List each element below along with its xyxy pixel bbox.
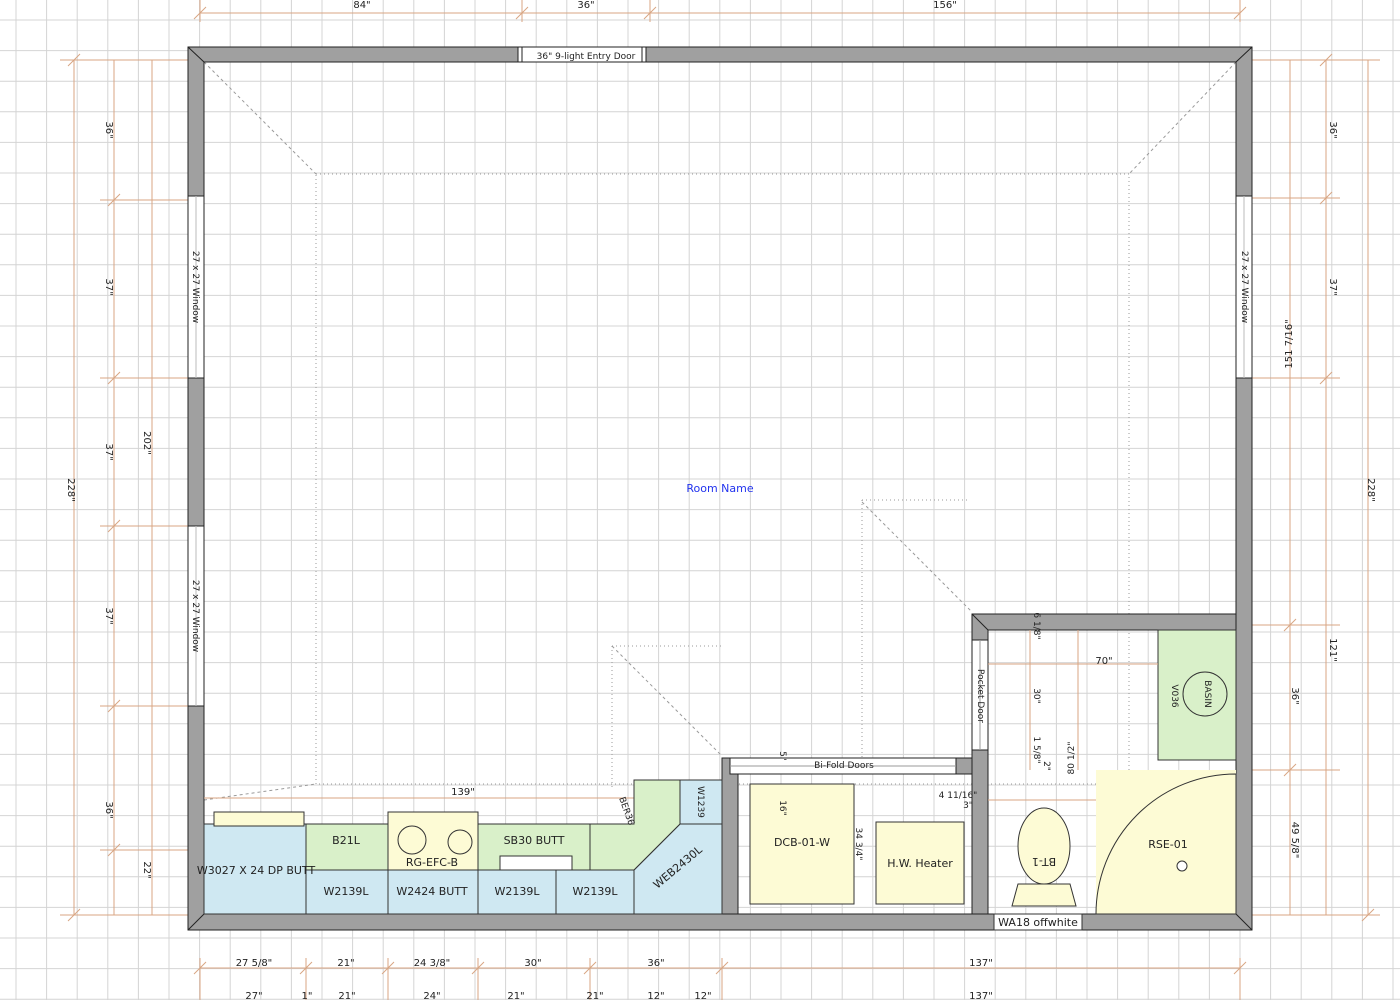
cabinet-w2139l-2-label: W2139L [495,885,541,898]
left-upper-window-label: 27 x 27 Window [190,251,200,323]
dim-34-label: 34 3/4" [853,828,863,861]
bottom2-dim-2: 1" [302,991,313,1000]
dim-61-label: 6 1/8" [1031,612,1041,639]
left-lower-window-label: 27 x 27 Window [190,580,200,652]
right-window-label: 27 x 27 Window [1239,251,1249,323]
cabinet-ber36-label: BER36 [616,796,636,827]
entry-door-label: 36" 9-light Entry Door [537,52,636,62]
bottom2-dim-9: 137" [969,991,993,1000]
left-dimension-lines [60,53,190,922]
right-dim-inner-total: 151 7/16" [1284,319,1295,368]
right-dim-5: 49 5/8" [1289,822,1300,859]
bifold-doors[interactable]: Bi-Fold Doors [729,757,957,775]
cabinet-w1239-label: W1239 [695,786,705,818]
base-cabinets [305,779,681,871]
left-dim-6: 22" [141,861,152,878]
left-dim-2: 37" [103,278,114,295]
bottom-dim-3: 24 3/8" [414,958,451,969]
cabinet-b21l[interactable] [305,823,389,871]
left-upper-window[interactable]: 27 x 27 Window [187,195,205,379]
left-dim-5: 36" [103,801,114,818]
cabinet-w3027-label: W3027 X 24 DP BUTT [197,864,316,877]
cabinet-rg-efc-b-label: RG-EFC-B [406,856,458,869]
right-window[interactable]: 27 x 27 Window [1235,195,1253,379]
bottom-dim-4: 30" [524,958,541,969]
fridge-top [213,811,305,827]
bottom2-dim-6: 21" [586,991,603,1000]
dim-30-label: 30" [1031,688,1041,704]
bath-width-label: 70" [1095,656,1112,667]
pocket-door[interactable]: Pocket Door [971,639,989,751]
bottom2-dim-1: 27" [245,991,262,1000]
room-name-label[interactable]: Room Name [686,482,754,495]
left-dim-1: 36" [103,121,114,138]
dim-5-label: 5" [777,751,787,761]
right-dimension-lines [1250,53,1380,922]
left-dim-inner-total: 202" [141,431,152,455]
dim-805-label: 80 1/2" [1067,742,1077,775]
right-dim-3: 121" [1327,638,1338,662]
bottom2-dim-7: 12" [647,991,664,1000]
cabinet-sb30-label: SB30 BUTT [504,834,565,847]
closet-cabinet-label: DCB-01-W [774,836,830,849]
dim-411-label: 4 11/16" [939,791,978,801]
bifold-doors-label: Bi-Fold Doors [814,761,874,771]
sink-basin [499,855,573,871]
left-dim-outer-total: 228" [65,478,76,502]
basin-label: BASIN [1202,680,1212,707]
left-dim-3: 37" [103,443,114,460]
bottom-dim-5: 36" [647,958,664,969]
toilet-label: BT-1 [1032,855,1056,868]
bottom-dim-6: 137" [969,958,993,969]
bottom2-dim-5: 21" [507,991,524,1000]
entry-door[interactable]: 36" 9-light Entry Door [517,46,647,63]
dim-158-label: 1 5/8" [1031,736,1041,763]
right-dim-2: 37" [1327,278,1338,295]
dim-3-label: 3" [963,801,973,811]
bottom2-dim-4: 24" [423,991,440,1000]
cabinet-w2139l-1-label: W2139L [324,885,370,898]
bottom2-dim-3: 21" [338,991,355,1000]
bottom-dim-1: 27 5/8" [236,958,273,969]
wall-cabinet-label: WA18 offwhite [998,916,1078,929]
top-dim-1: 84" [353,0,370,11]
cabinet-b21l-label: B21L [332,834,361,847]
dim-2-label: 2" [1041,761,1051,771]
floor-plan: 84" 36" 156" 36" 37" 37" 37" 36" 22" 202… [0,0,1400,1000]
dim-16-label: 16" [777,800,787,816]
vanity-label: V036 [1169,684,1179,708]
left-dim-4: 37" [103,607,114,624]
shower-label: RSE-01 [1148,838,1188,851]
water-heater-label: H.W. Heater [887,857,953,870]
right-dim-4: 36" [1289,687,1300,704]
cabinet-w2139l-3-label: W2139L [573,885,619,898]
bottom2-dim-8: 12" [694,991,711,1000]
pocket-door-label: Pocket Door [975,669,985,723]
left-lower-window[interactable]: 27 x 27 Window [187,525,205,707]
top-dim-2: 36" [577,0,594,11]
cabinet-w2424-label: W2424 BUTT [396,885,467,898]
counter-run-label: 139" [451,787,475,798]
right-dim-outer-total: 228" [1365,478,1376,502]
right-dim-1: 36" [1327,121,1338,138]
bottom-dim-2: 21" [337,958,354,969]
top-dim-3: 156" [933,0,957,11]
